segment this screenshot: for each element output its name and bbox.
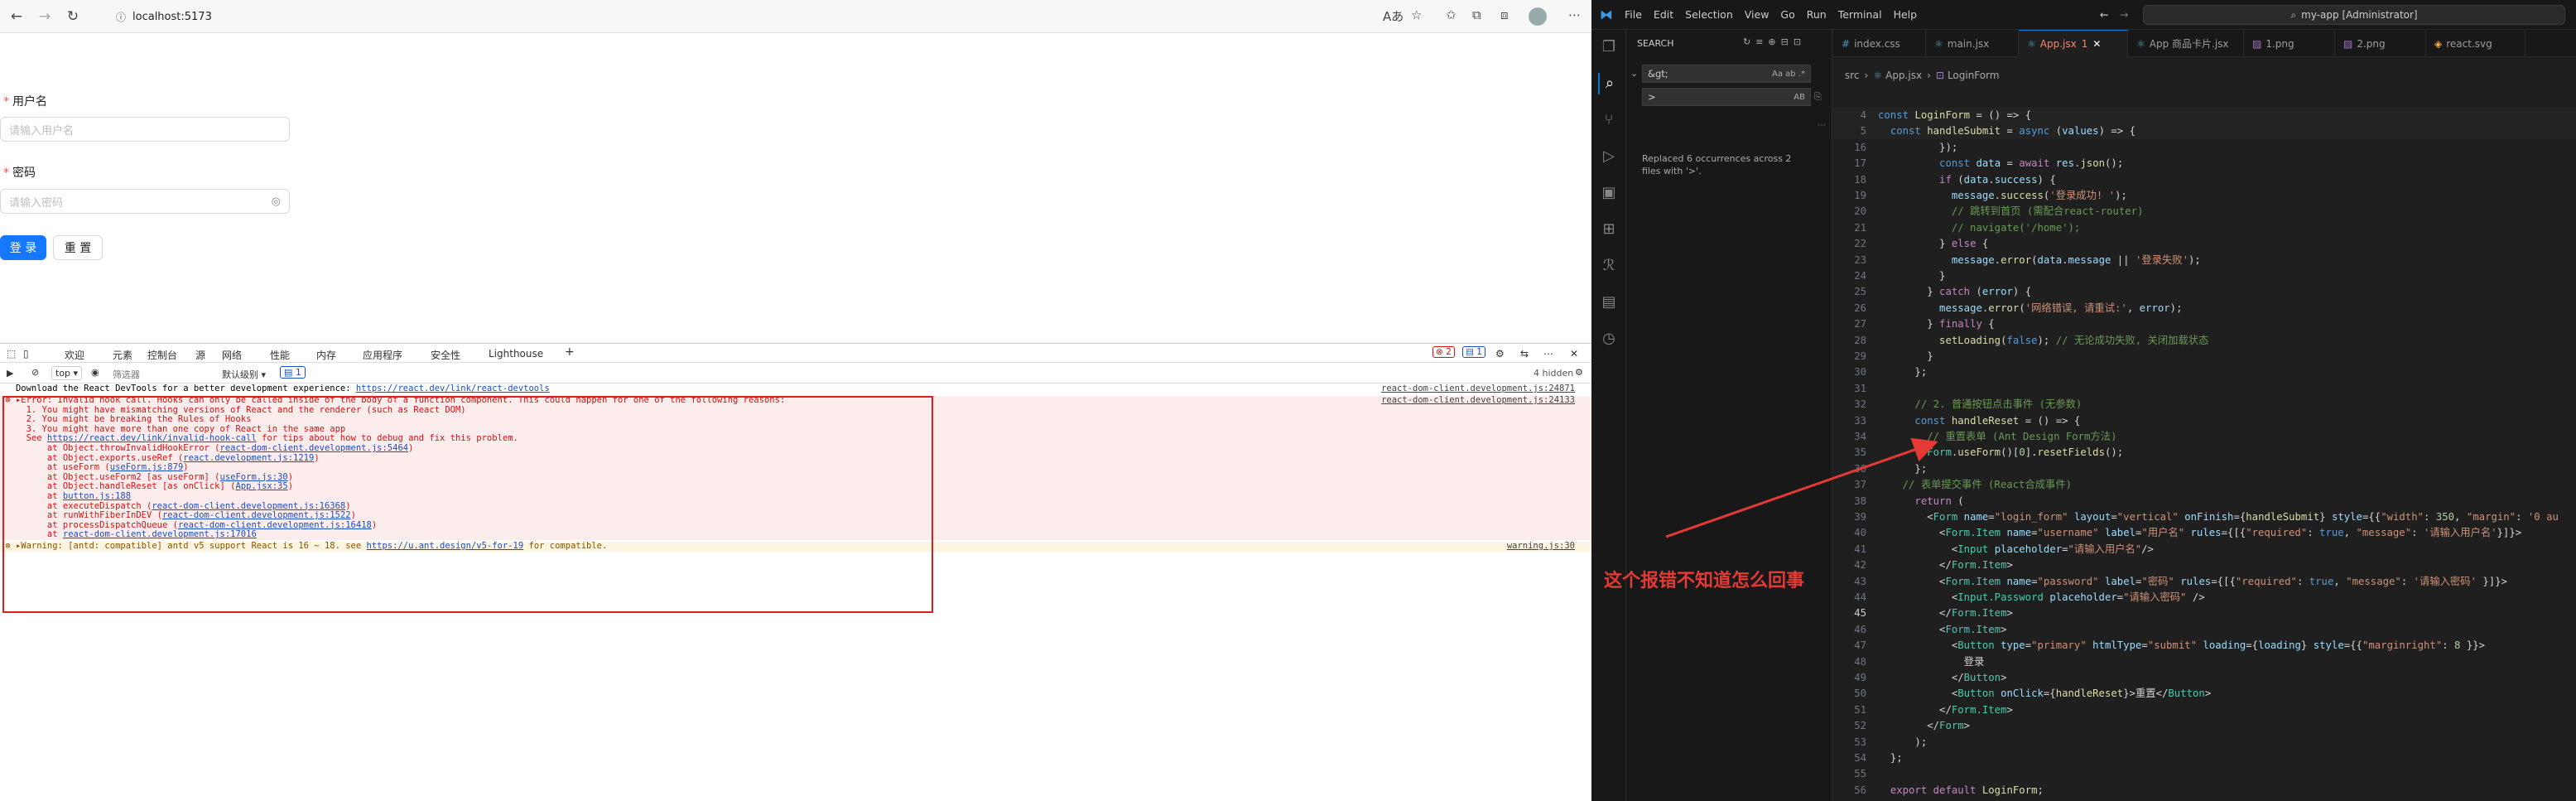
annotation-text: 这个报错不知道怎么回事 [1604,571,1805,591]
annotation-arrow [1665,437,1938,538]
